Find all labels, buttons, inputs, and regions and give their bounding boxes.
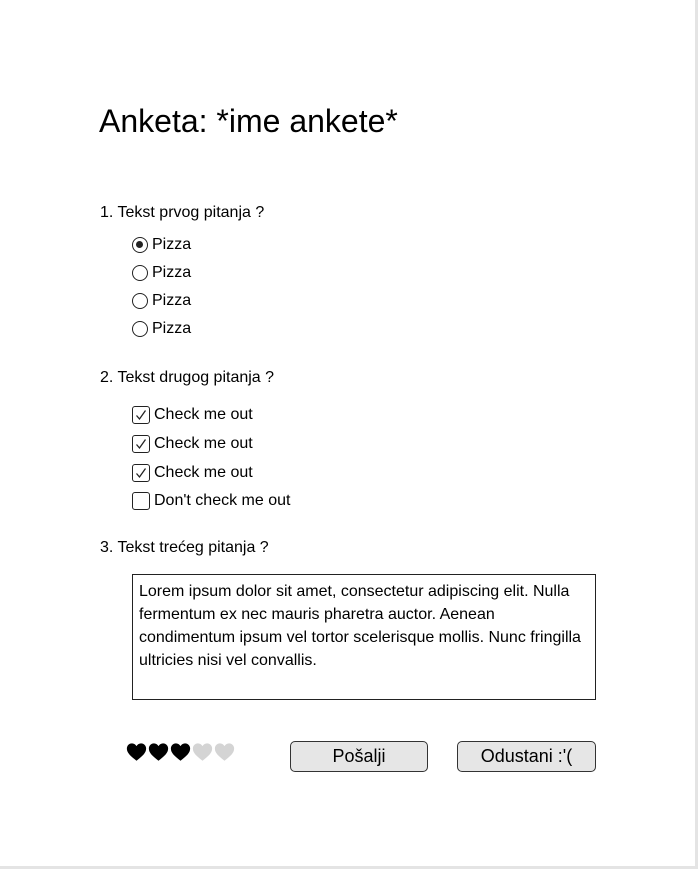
question-3-text: 3. Tekst trećeg pitanja ? [100,539,269,556]
checkmark-icon [136,410,147,421]
question-2-text: 2. Tekst drugog pitanja ? [100,369,275,386]
option-label: Pizza [152,292,192,309]
question-2-option-4[interactable]: Don't check me out [132,491,290,511]
option-label: Pizza [152,264,192,281]
option-label: Check me out [154,435,253,452]
checkbox-unchecked[interactable] [132,492,150,510]
checkmark-icon [136,468,147,479]
heart-icon[interactable] [148,742,169,762]
radio-button-selected[interactable] [132,237,148,253]
radio-button[interactable] [132,321,148,337]
answer-textarea[interactable]: Lorem ipsum dolor sit amet, consectetur … [132,574,596,700]
option-label: Don't check me out [154,492,291,509]
question-2-option-2[interactable]: Check me out [132,434,253,454]
heart-icon[interactable] [214,742,235,762]
radio-button[interactable] [132,265,148,281]
question-1-option-4[interactable]: Pizza [132,319,191,339]
radio-button[interactable] [132,293,148,309]
question-1-option-3[interactable]: Pizza [132,291,191,311]
checkmark-icon [136,439,147,450]
heart-icon[interactable] [126,742,147,762]
option-label: Check me out [154,464,253,481]
checkbox-checked[interactable] [132,406,150,424]
option-label: Pizza [152,236,192,253]
question-1-text: 1. Tekst prvog pitanja ? [100,204,265,221]
survey-title: Anketa: *ime ankete* [99,103,398,139]
question-1-option-2[interactable]: Pizza [132,263,191,283]
option-label: Pizza [152,320,192,337]
question-1-option-1[interactable]: Pizza [132,235,191,255]
question-2-option-1[interactable]: Check me out [132,405,253,425]
checkbox-checked[interactable] [132,435,150,453]
question-2-option-3[interactable]: Check me out [132,463,253,483]
heart-icon[interactable] [170,742,191,762]
submit-button[interactable]: Pošalji [290,741,428,772]
heart-icon[interactable] [192,742,213,762]
checkbox-checked[interactable] [132,464,150,482]
option-label: Check me out [154,406,253,423]
heart-rating[interactable] [126,742,235,764]
cancel-button[interactable]: Odustani :'( [457,741,596,772]
